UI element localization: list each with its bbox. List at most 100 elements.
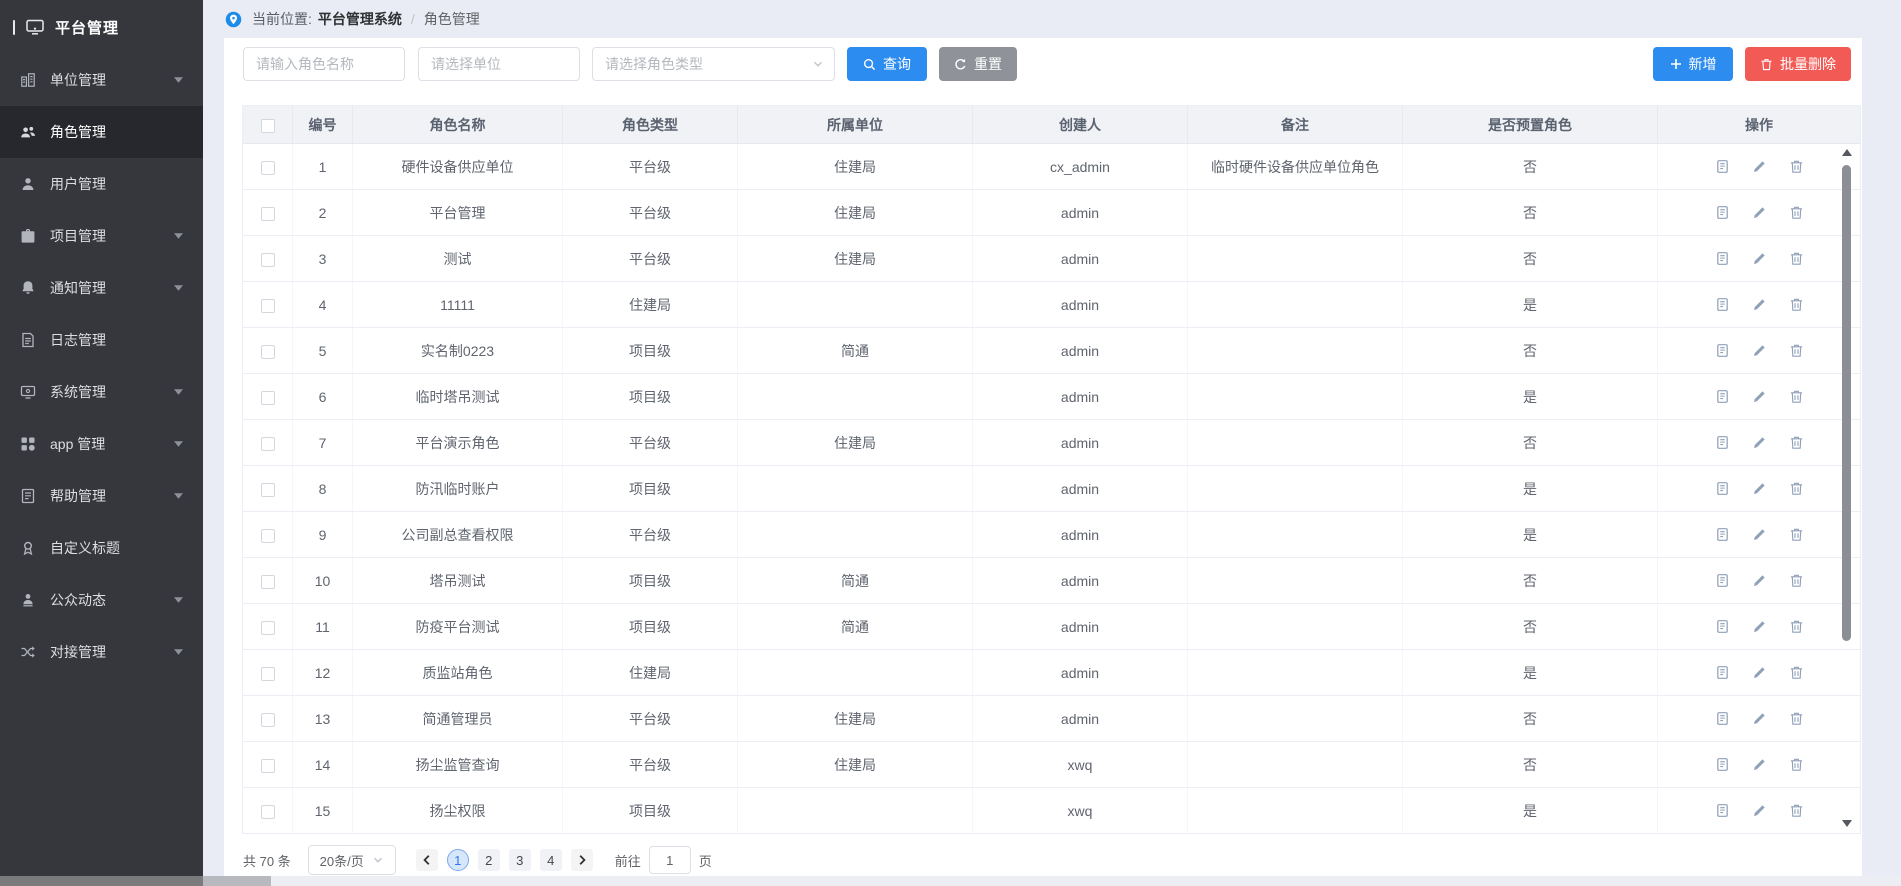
view-icon[interactable] [1715, 803, 1730, 818]
row-checkbox[interactable] [261, 345, 275, 359]
row-checkbox[interactable] [261, 805, 275, 819]
delete-icon[interactable] [1789, 481, 1804, 496]
view-icon[interactable] [1715, 251, 1730, 266]
delete-icon[interactable] [1789, 619, 1804, 634]
table-vertical-scrollbar[interactable] [1842, 149, 1852, 827]
edit-icon[interactable] [1752, 389, 1767, 404]
view-icon[interactable] [1715, 343, 1730, 358]
cell-remark [1188, 696, 1403, 742]
view-icon[interactable] [1715, 573, 1730, 588]
column-header-unit: 所属单位 [738, 106, 973, 144]
row-checkbox[interactable] [261, 391, 275, 405]
sidebar-item-user-management[interactable]: 用户管理 [0, 158, 203, 210]
scrollbar-thumb[interactable] [1842, 165, 1851, 641]
sidebar-item-system-management[interactable]: 系统管理 [0, 366, 203, 418]
sidebar-item-notice-management[interactable]: 通知管理 [0, 262, 203, 314]
edit-icon[interactable] [1752, 757, 1767, 772]
delete-icon[interactable] [1789, 205, 1804, 220]
reset-button[interactable]: 重置 [939, 47, 1017, 81]
edit-icon[interactable] [1752, 297, 1767, 312]
edit-icon[interactable] [1752, 665, 1767, 680]
unit-select[interactable]: 请选择单位 [418, 47, 580, 81]
delete-icon[interactable] [1789, 803, 1804, 818]
view-icon[interactable] [1715, 711, 1730, 726]
role-type-select[interactable]: 请选择角色类型 [592, 47, 835, 81]
row-checkbox[interactable] [261, 437, 275, 451]
delete-icon[interactable] [1789, 435, 1804, 450]
edit-icon[interactable] [1752, 251, 1767, 266]
edit-icon[interactable] [1752, 205, 1767, 220]
row-checkbox[interactable] [261, 161, 275, 175]
edit-icon[interactable] [1752, 481, 1767, 496]
view-icon[interactable] [1715, 159, 1730, 174]
sidebar-item-unit-management[interactable]: 单位管理 [0, 54, 203, 106]
page-button-4[interactable]: 4 [540, 849, 562, 871]
search-button[interactable]: 查询 [847, 47, 927, 81]
sidebar-item-public-activity[interactable]: 公众动态 [0, 574, 203, 626]
row-checkbox[interactable] [261, 713, 275, 727]
view-icon[interactable] [1715, 757, 1730, 772]
breadcrumb-root-link[interactable]: 平台管理系统 [318, 9, 402, 29]
delete-icon[interactable] [1789, 297, 1804, 312]
role-name-input[interactable] [243, 47, 405, 81]
view-icon[interactable] [1715, 619, 1730, 634]
view-icon[interactable] [1715, 527, 1730, 542]
row-checkbox[interactable] [261, 759, 275, 773]
delete-icon[interactable] [1789, 573, 1804, 588]
table-row: 7平台演示角色平台级住建局admin否 [243, 420, 1861, 466]
page-button-3[interactable]: 3 [509, 849, 531, 871]
delete-icon[interactable] [1789, 251, 1804, 266]
scroll-down-arrow[interactable] [1842, 820, 1852, 827]
delete-icon[interactable] [1789, 389, 1804, 404]
sidebar-item-project-management[interactable]: 项目管理 [0, 210, 203, 262]
sidebar-item-custom-title[interactable]: 自定义标题 [0, 522, 203, 574]
row-checkbox[interactable] [261, 207, 275, 221]
horizontal-scrollbar-thumb[interactable] [203, 876, 271, 886]
select-all-checkbox[interactable] [261, 119, 275, 133]
edit-icon[interactable] [1752, 803, 1767, 818]
delete-icon[interactable] [1789, 711, 1804, 726]
row-checkbox[interactable] [261, 529, 275, 543]
view-icon[interactable] [1715, 297, 1730, 312]
sidebar-item-role-management[interactable]: 角色管理 [0, 106, 203, 158]
row-checkbox[interactable] [261, 299, 275, 313]
row-checkbox[interactable] [261, 253, 275, 267]
goto-page-input[interactable] [649, 846, 691, 874]
row-checkbox[interactable] [261, 667, 275, 681]
edit-icon[interactable] [1752, 711, 1767, 726]
edit-icon[interactable] [1752, 619, 1767, 634]
delete-icon[interactable] [1789, 343, 1804, 358]
sidebar-item-log-management[interactable]: 日志管理 [0, 314, 203, 366]
sidebar-item-integration-management[interactable]: 对接管理 [0, 626, 203, 678]
view-icon[interactable] [1715, 389, 1730, 404]
page-button-1[interactable]: 1 [447, 849, 469, 871]
view-icon[interactable] [1715, 435, 1730, 450]
edit-icon[interactable] [1752, 343, 1767, 358]
view-icon[interactable] [1715, 665, 1730, 680]
horizontal-scrollbar[interactable] [0, 876, 1901, 886]
prev-page-button[interactable] [416, 849, 438, 871]
row-checkbox[interactable] [261, 621, 275, 635]
sidebar-item-app-management[interactable]: app 管理 [0, 418, 203, 470]
page-button-2[interactable]: 2 [478, 849, 500, 871]
caret-down-icon [174, 493, 183, 499]
view-icon[interactable] [1715, 481, 1730, 496]
sidebar-item-help-management[interactable]: 帮助管理 [0, 470, 203, 522]
delete-icon[interactable] [1789, 665, 1804, 680]
row-checkbox[interactable] [261, 483, 275, 497]
batch-delete-button[interactable]: 批量删除 [1745, 47, 1851, 81]
edit-icon[interactable] [1752, 159, 1767, 174]
add-button[interactable]: 新增 [1653, 47, 1733, 81]
row-checkbox[interactable] [261, 575, 275, 589]
view-icon[interactable] [1715, 205, 1730, 220]
scroll-up-arrow[interactable] [1842, 149, 1852, 156]
next-page-button[interactable] [571, 849, 593, 871]
delete-icon[interactable] [1789, 159, 1804, 174]
edit-icon[interactable] [1752, 527, 1767, 542]
delete-icon[interactable] [1789, 757, 1804, 772]
edit-icon[interactable] [1752, 435, 1767, 450]
edit-icon[interactable] [1752, 573, 1767, 588]
cell-preset: 否 [1403, 144, 1658, 190]
delete-icon[interactable] [1789, 527, 1804, 542]
page-size-select[interactable]: 20条/页 [308, 845, 396, 875]
